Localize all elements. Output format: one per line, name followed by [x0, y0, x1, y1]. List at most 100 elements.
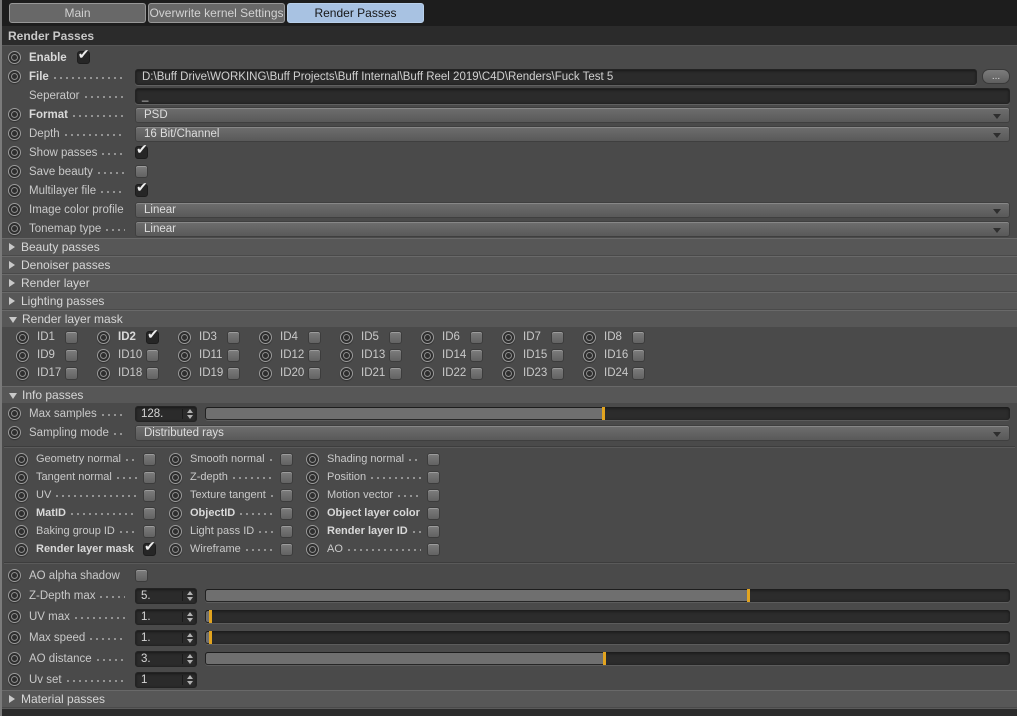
id21-checkbox[interactable]	[389, 366, 402, 380]
anim-dot[interactable]	[15, 542, 28, 556]
stepper-arrows-icon[interactable]	[182, 611, 193, 622]
uv-set-spinner[interactable]: 1	[135, 671, 197, 688]
anim-dot[interactable]	[306, 452, 319, 466]
max-speed-spinner[interactable]: 1.	[135, 629, 197, 646]
anim-dot[interactable]	[169, 488, 182, 502]
tab-render-passes[interactable]: Render Passes	[287, 3, 424, 23]
anim-dot[interactable]	[8, 146, 21, 159]
id7-checkbox[interactable]	[551, 330, 564, 344]
id24-checkbox[interactable]	[632, 366, 645, 380]
anim-dot[interactable]	[169, 452, 182, 466]
anim-dot[interactable]	[15, 524, 28, 538]
anim-dot[interactable]	[169, 506, 182, 520]
max-speed-slider[interactable]	[205, 631, 1010, 644]
object-layer-color-checkbox[interactable]	[427, 506, 440, 520]
ao-checkbox[interactable]	[427, 542, 440, 556]
id18-checkbox[interactable]	[146, 366, 159, 380]
id4-checkbox[interactable]	[308, 330, 321, 344]
anim-dot[interactable]	[169, 542, 182, 556]
section-material-passes[interactable]: Material passes	[2, 690, 1017, 707]
section-beauty-passes[interactable]: Beauty passes	[2, 238, 1017, 255]
id22-checkbox[interactable]	[470, 366, 483, 380]
stepper-arrows-icon[interactable]	[182, 674, 193, 685]
anim-dot[interactable]	[178, 348, 191, 362]
wireframe-checkbox[interactable]	[280, 542, 293, 556]
id8-checkbox[interactable]	[632, 330, 645, 344]
anim-dot[interactable]	[97, 348, 110, 362]
anim-dot[interactable]	[8, 51, 21, 64]
smooth-normal-checkbox[interactable]	[280, 452, 293, 466]
anim-dot[interactable]	[15, 506, 28, 520]
id14-checkbox[interactable]	[470, 348, 483, 362]
id23-checkbox[interactable]	[551, 366, 564, 380]
baking-group-id-checkbox[interactable]	[143, 524, 156, 538]
anim-dot[interactable]	[16, 330, 29, 344]
anim-dot[interactable]	[306, 470, 319, 484]
tab-overwrite-kernel-settings[interactable]: Overwrite kernel Settings	[148, 3, 285, 23]
slider-handle[interactable]	[603, 652, 607, 665]
anim-dot[interactable]	[502, 366, 515, 380]
max-samples-spinner[interactable]: 128.	[135, 405, 197, 422]
anim-dot[interactable]	[8, 631, 21, 644]
id3-checkbox[interactable]	[227, 330, 240, 344]
file-input[interactable]: D:\Buff Drive\WORKING\Buff Projects\Buff…	[135, 68, 977, 85]
tab-main[interactable]: Main	[9, 3, 146, 23]
uv-max-spinner[interactable]: 1.	[135, 608, 197, 625]
anim-dot[interactable]	[259, 366, 272, 380]
id13-checkbox[interactable]	[389, 348, 402, 362]
id9-checkbox[interactable]	[65, 348, 78, 362]
render-layer-id-checkbox[interactable]	[427, 524, 440, 538]
stepper-arrows-icon[interactable]	[182, 632, 193, 643]
anim-dot[interactable]	[306, 542, 319, 556]
matid-checkbox[interactable]	[143, 506, 156, 520]
id17-checkbox[interactable]	[65, 366, 78, 380]
sampling-mode-dropdown[interactable]: Distributed rays	[135, 424, 1010, 441]
stepper-arrows-icon[interactable]	[182, 653, 193, 664]
motion-vector-checkbox[interactable]	[427, 488, 440, 502]
multilayer-file-checkbox[interactable]	[135, 180, 148, 197]
id15-checkbox[interactable]	[551, 348, 564, 362]
anim-dot[interactable]	[97, 366, 110, 380]
id12-checkbox[interactable]	[308, 348, 321, 362]
stepper-arrows-icon[interactable]	[182, 590, 193, 601]
anim-dot[interactable]	[306, 506, 319, 520]
z-depth-checkbox[interactable]	[280, 470, 293, 484]
seperator-input[interactable]: _	[135, 87, 1010, 104]
z-depth-max-slider[interactable]	[205, 589, 1010, 602]
uv-max-slider[interactable]	[205, 610, 1010, 623]
enable-checkbox[interactable]	[76, 47, 90, 64]
section-denoiser-passes[interactable]: Denoiser passes	[2, 256, 1017, 273]
anim-dot[interactable]	[15, 452, 28, 466]
anim-dot[interactable]	[583, 366, 596, 380]
anim-dot[interactable]	[15, 470, 28, 484]
tonemap-type-dropdown[interactable]: Linear	[135, 220, 1010, 237]
ao-distance-slider[interactable]	[205, 652, 1010, 665]
texture-tangent-checkbox[interactable]	[280, 488, 293, 502]
slider-handle[interactable]	[208, 631, 212, 644]
show-passes-checkbox[interactable]	[135, 142, 148, 159]
anim-dot[interactable]	[8, 652, 21, 665]
id5-checkbox[interactable]	[389, 330, 402, 344]
max-samples-slider[interactable]	[205, 407, 1010, 420]
save-beauty-checkbox[interactable]	[135, 165, 148, 178]
tangent-normal-checkbox[interactable]	[143, 470, 156, 484]
id19-checkbox[interactable]	[227, 366, 240, 380]
anim-dot[interactable]	[306, 524, 319, 538]
id1-checkbox[interactable]	[65, 330, 78, 344]
anim-dot[interactable]	[502, 348, 515, 362]
stepper-arrows-icon[interactable]	[182, 408, 193, 419]
anim-dot[interactable]	[8, 673, 21, 686]
format-dropdown[interactable]: PSD	[135, 106, 1010, 123]
light-pass-id-checkbox[interactable]	[280, 524, 293, 538]
anim-dot[interactable]	[8, 610, 21, 623]
anim-dot[interactable]	[8, 426, 21, 439]
file-browse-button[interactable]: ...	[982, 69, 1010, 84]
section-info-passes[interactable]: Info passes	[2, 386, 1017, 403]
slider-handle[interactable]	[208, 610, 212, 623]
anim-dot[interactable]	[8, 569, 21, 582]
id20-checkbox[interactable]	[308, 366, 321, 380]
render-layer-mask-checkbox[interactable]	[143, 539, 156, 556]
section-lighting-passes[interactable]: Lighting passes	[2, 292, 1017, 309]
anim-dot[interactable]	[8, 589, 21, 602]
anim-dot[interactable]	[421, 330, 434, 344]
